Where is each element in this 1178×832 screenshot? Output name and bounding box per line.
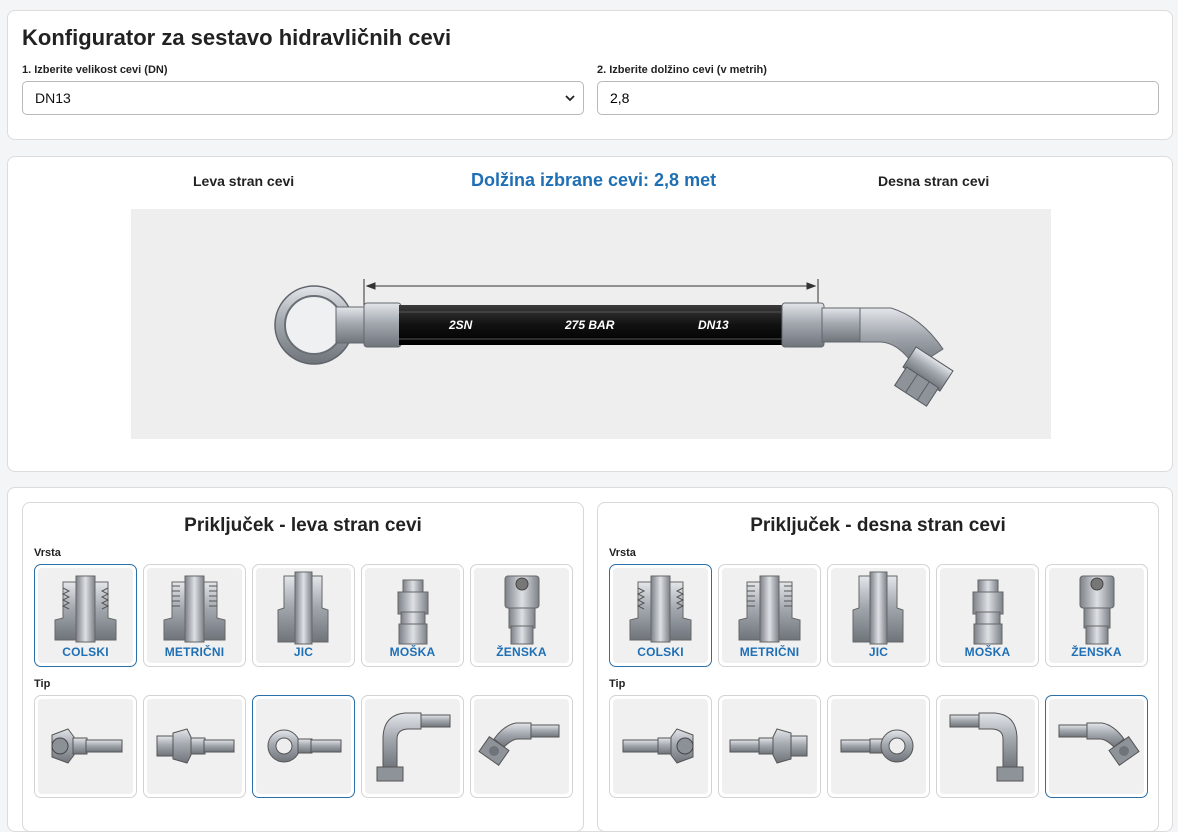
right-fitting-panel: Priključek - desna stran cevi Vrsta COLS… <box>597 502 1159 832</box>
type-label: JIC <box>868 645 889 659</box>
length-input[interactable] <box>597 81 1159 115</box>
left-type-zenska[interactable]: ŽENSKA <box>470 564 573 667</box>
hose-diagram: 2SN 275 BAR DN13 <box>131 209 1051 439</box>
right-tip-1[interactable] <box>609 695 712 798</box>
hose-print-3: DN13 <box>698 318 729 332</box>
right-panel-title: Priključek - desna stran cevi <box>750 515 1006 536</box>
right-type-jic[interactable]: JIC <box>827 564 930 667</box>
length-input-field[interactable] <box>610 90 1146 106</box>
left-tip-1[interactable] <box>34 695 137 798</box>
left-tip-label: Tip <box>34 678 51 690</box>
right-tip-2[interactable] <box>718 695 821 798</box>
male-straight-icon <box>729 728 808 764</box>
type-label: METRIČNI <box>164 645 225 659</box>
left-tip-3[interactable] <box>252 695 355 798</box>
left-panel-title: Priključek - leva stran cevi <box>184 515 422 536</box>
right-type-label: Vrsta <box>609 547 636 559</box>
female-swivel-straight-icon <box>51 728 123 764</box>
type-label: JIC <box>293 645 314 659</box>
left-type-jic[interactable]: JIC <box>252 564 355 667</box>
elbow-90-icon <box>949 712 1024 782</box>
left-type-moska[interactable]: MOŠKA <box>361 564 464 667</box>
size-label: 1. Izberite velikost cevi (DN) <box>22 64 168 76</box>
dimension-line <box>363 279 819 307</box>
type-label: ŽENSKA <box>1071 645 1122 659</box>
size-select-value: DN13 <box>35 90 71 106</box>
type-label: COLSKI <box>637 645 684 659</box>
right-side-title: Desna stran cevi <box>878 173 990 189</box>
banjo-icon <box>267 729 342 763</box>
right-type-zenska[interactable]: ŽENSKA <box>1045 564 1148 667</box>
type-label: METRIČNI <box>739 645 800 659</box>
left-fitting-panel: Priključek - leva stran cevi Vrsta COLSK… <box>22 502 584 832</box>
right-type-colski[interactable]: COLSKI <box>609 564 712 667</box>
female-swivel-straight-icon <box>622 728 694 764</box>
elbow-90-icon <box>376 712 451 782</box>
fittings-card: Priključek - leva stran cevi Vrsta COLSK… <box>7 487 1173 832</box>
elbow-45-fitting <box>781 302 954 407</box>
left-tip-5[interactable] <box>470 695 573 798</box>
chevron-down-icon <box>565 95 575 102</box>
length-caption: Dolžina izbrane cevi: 2,8 met <box>471 170 717 190</box>
banjo-fitting <box>274 285 402 365</box>
left-side-title: Leva stran cevi <box>193 173 295 189</box>
size-select[interactable]: DN13 <box>22 81 584 115</box>
settings-card: Konfigurator za sestavo hidravličnih cev… <box>7 10 1173 140</box>
male-straight-icon <box>156 728 235 764</box>
page-title: Konfigurator za sestavo hidravličnih cev… <box>22 25 452 50</box>
right-type-metricni[interactable]: METRIČNI <box>718 564 821 667</box>
type-label: ŽENSKA <box>496 645 547 659</box>
length-label: 2. Izberite dolžino cevi (v metrih) <box>597 64 767 76</box>
left-type-metricni[interactable]: METRIČNI <box>143 564 246 667</box>
elbow-45-icon <box>1058 722 1140 766</box>
type-label: MOŠKA <box>964 645 1011 659</box>
preview-card: Leva stran cevi Dolžina izbrane cevi: 2,… <box>7 156 1173 472</box>
type-label: COLSKI <box>62 645 109 659</box>
left-type-colski[interactable]: COLSKI <box>34 564 137 667</box>
left-tip-2[interactable] <box>143 695 246 798</box>
right-tip-4[interactable] <box>936 695 1039 798</box>
type-label: MOŠKA <box>389 645 436 659</box>
right-type-moska[interactable]: MOŠKA <box>936 564 1039 667</box>
left-type-label: Vrsta <box>34 547 61 559</box>
right-tip-label: Tip <box>609 678 626 690</box>
hose-assembly-illustration: 2SN 275 BAR DN13 <box>274 279 954 407</box>
hose-print-1: 2SN <box>448 318 473 332</box>
right-tip-5[interactable] <box>1045 695 1148 798</box>
banjo-icon <box>840 729 914 763</box>
right-tip-3[interactable] <box>827 695 930 798</box>
left-tip-4[interactable] <box>361 695 464 798</box>
hose-print-2: 275 BAR <box>564 318 615 332</box>
elbow-45-icon <box>478 722 560 766</box>
